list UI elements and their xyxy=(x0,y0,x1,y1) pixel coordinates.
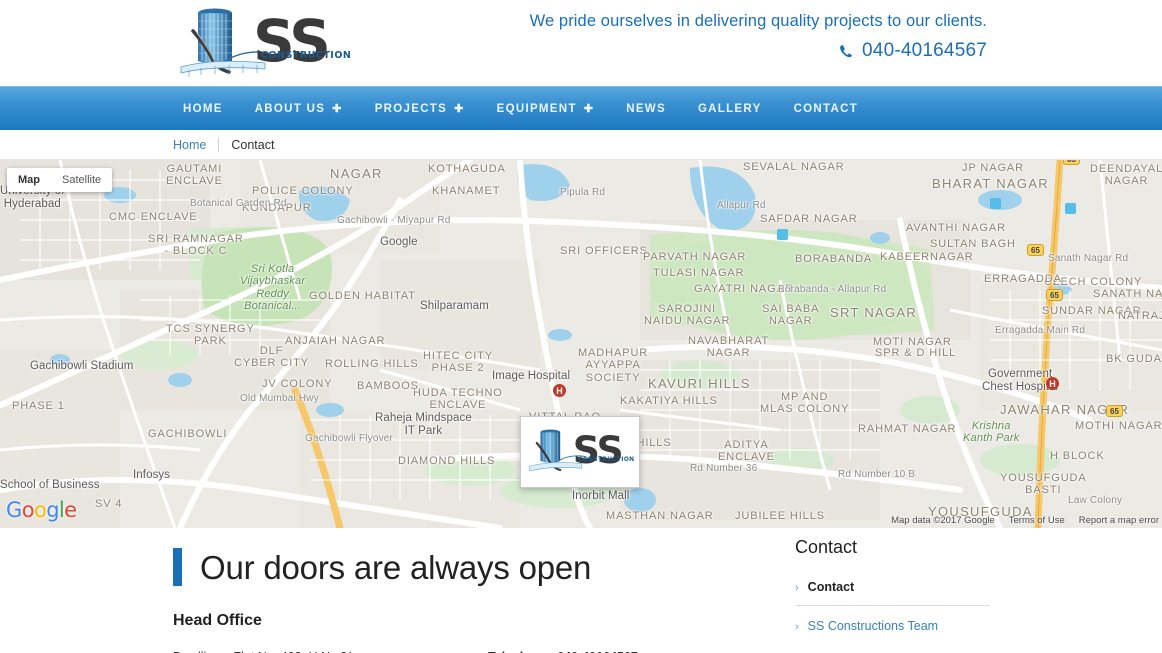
map-type-toggle[interactable]: Map Satellite xyxy=(7,168,113,192)
info-window-logo: SS CONSTRUCTIONS xyxy=(529,428,634,472)
nav-label: ABOUT US xyxy=(254,102,326,115)
nav-item-about-us[interactable]: ABOUT US ✚ xyxy=(239,87,359,131)
sidebar-item-label: SS Constructions Team xyxy=(807,619,939,633)
header-phone[interactable]: 040-40164567 xyxy=(839,40,987,62)
logo-graphic: SS CONSTRUCTIONS xyxy=(180,7,351,77)
nav-label: CONTACT xyxy=(793,102,859,115)
chevron-right-icon: › xyxy=(795,582,799,594)
sidebar-item-ss-constructions-team[interactable]: › SS Constructions Team xyxy=(795,619,990,644)
breadcrumb-separator xyxy=(218,137,220,152)
svg-text:SS: SS xyxy=(253,7,328,75)
page-title-text: Our doors are always open xyxy=(200,548,592,586)
nav-label: HOME xyxy=(183,102,223,115)
head-office-label: Head Office xyxy=(173,612,262,629)
page-title: Our doors are always open xyxy=(173,548,773,586)
google-map[interactable]: Map Satellite SS CONSTRUCTIONS Google Ma… xyxy=(0,160,1162,528)
svg-text:CONSTRUCTIONS: CONSTRUCTIONS xyxy=(578,457,634,463)
google-logo-o2: o xyxy=(33,498,47,522)
site-header: SS CONSTRUCTIONS We pride ourselves in d… xyxy=(0,0,1162,86)
nav-item-gallery[interactable]: GALLERY xyxy=(682,87,778,131)
map-info-window[interactable]: SS CONSTRUCTIONS xyxy=(520,416,640,488)
sidebar-item-contact[interactable]: › Contact xyxy=(795,580,990,605)
phone-icon xyxy=(840,45,852,58)
nav-label: PROJECTS xyxy=(374,102,448,115)
google-logo[interactable]: Google xyxy=(6,498,77,522)
main-column: Our doors are always open Head Office Dw… xyxy=(173,548,773,653)
map-type-map[interactable]: Map xyxy=(7,168,51,192)
report-map-error-link[interactable]: Report a map error xyxy=(1079,515,1159,526)
sidebar: Contact › Contact › SS Constructions Tea… xyxy=(795,537,990,644)
sidebar-divider xyxy=(795,605,990,606)
nav-item-home[interactable]: HOME xyxy=(175,87,239,131)
chevron-down-icon: ✚ xyxy=(332,103,343,115)
breadcrumb: Home Contact xyxy=(0,130,1162,160)
phone-number: 040-40164567 xyxy=(862,40,987,61)
breadcrumb-current: Contact xyxy=(231,137,275,152)
google-logo-o1: o xyxy=(21,498,35,522)
sidebar-title: Contact xyxy=(795,537,858,557)
sidebar-item-label: Contact xyxy=(807,580,855,594)
svg-text:CONSTRUCTIONS: CONSTRUCTIONS xyxy=(261,50,351,61)
nav-item-projects[interactable]: PROJECTS ✚ xyxy=(359,87,481,131)
main-navigation: HOME ABOUT US ✚ PROJECTS ✚ EQUIPMENT ✚ N… xyxy=(0,86,1162,130)
header-tagline: We pride ourselves in delivering quality… xyxy=(529,12,987,30)
heading-accent-bar xyxy=(173,548,182,586)
terms-of-use-link[interactable]: Terms of Use xyxy=(1009,515,1065,526)
google-logo-g2: g xyxy=(46,498,59,522)
chevron-down-icon: ✚ xyxy=(583,103,595,115)
nav-item-news[interactable]: NEWS xyxy=(610,87,682,131)
map-type-satellite[interactable]: Satellite xyxy=(51,168,112,192)
nav-label: NEWS xyxy=(626,102,666,115)
map-attribution: Map data ©2017 Google Terms of Use Repor… xyxy=(891,515,1159,526)
map-data-credit: Map data ©2017 Google xyxy=(891,515,995,526)
nav-label: GALLERY xyxy=(697,102,762,115)
nav-item-contact[interactable]: CONTACT xyxy=(778,87,874,131)
chevron-right-icon: › xyxy=(795,621,799,633)
google-logo-e: e xyxy=(64,498,77,522)
nav-label: EQUIPMENT xyxy=(496,102,577,115)
chevron-down-icon: ✚ xyxy=(454,103,465,115)
page-content: Our doors are always open Head Office Dw… xyxy=(0,528,1162,653)
google-logo-g1: G xyxy=(6,498,22,522)
breadcrumb-home-link[interactable]: Home xyxy=(173,138,206,152)
site-logo[interactable]: SS CONSTRUCTIONS xyxy=(173,3,351,81)
svg-text:SS: SS xyxy=(573,428,622,472)
nav-item-equipment[interactable]: EQUIPMENT ✚ xyxy=(481,87,611,131)
